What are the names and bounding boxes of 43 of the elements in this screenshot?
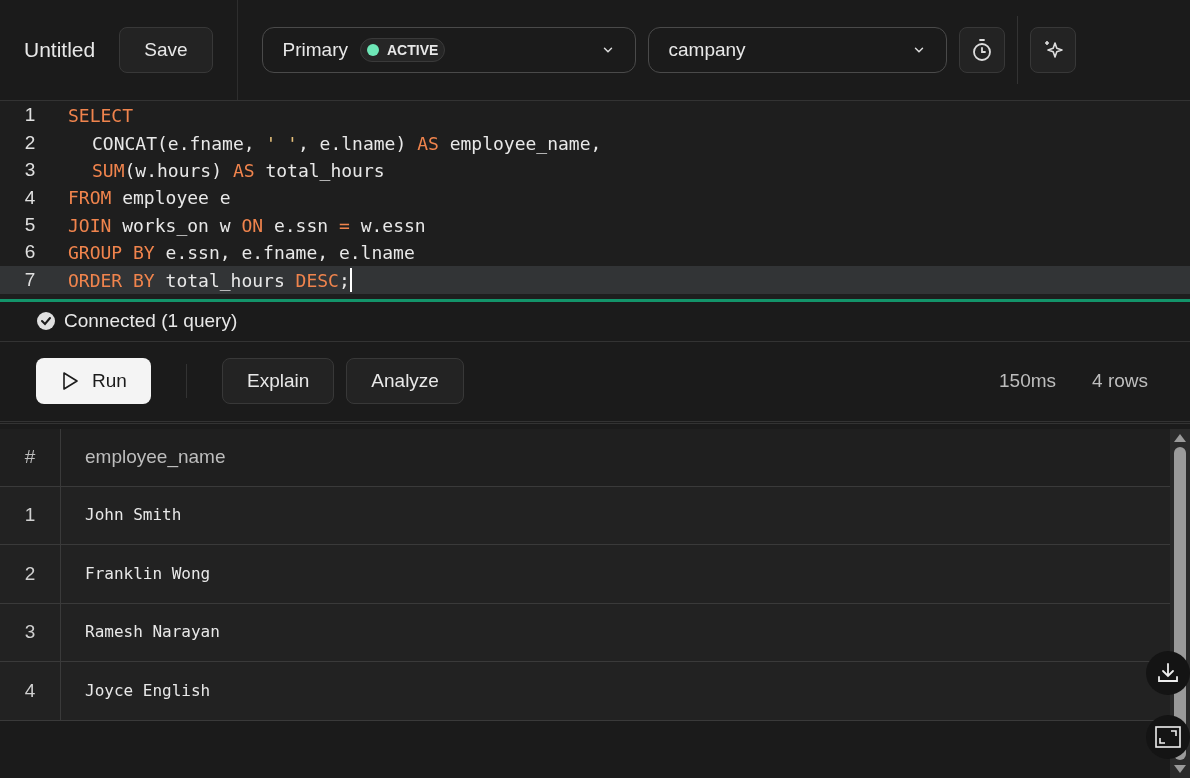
code-line: SELECT bbox=[67, 104, 134, 129]
explain-button[interactable]: Explain bbox=[222, 358, 335, 405]
scroll-up-icon[interactable] bbox=[1173, 432, 1187, 443]
code-line: FROM employee e bbox=[67, 186, 231, 211]
timer-button[interactable] bbox=[958, 27, 1005, 73]
status-badge: ACTIVE bbox=[359, 38, 446, 62]
code-line: GROUP BY e.ssn, e.fname, e.lname bbox=[67, 241, 415, 266]
query-title: Untitled bbox=[24, 37, 96, 64]
database-select[interactable]: campany bbox=[647, 27, 947, 73]
line-number: 4 bbox=[23, 185, 37, 210]
save-button[interactable]: Save bbox=[119, 27, 213, 73]
query-duration: 150ms bbox=[999, 369, 1057, 393]
download-icon bbox=[1156, 660, 1180, 685]
check-circle-icon bbox=[36, 311, 56, 332]
line-number: 7 bbox=[23, 267, 37, 292]
line-number: 1 bbox=[23, 103, 37, 128]
table-cell-text: Joyce English bbox=[85, 680, 211, 702]
table-cell-text: Franklin Wong bbox=[85, 563, 211, 585]
connection-status: Connected (1 query) bbox=[64, 309, 238, 333]
ai-assist-button[interactable] bbox=[1029, 27, 1076, 73]
run-button[interactable]: Run bbox=[36, 358, 151, 405]
row-number: 3 bbox=[0, 603, 61, 662]
code-line: ORDER BY total_hours DESC; bbox=[67, 267, 352, 294]
table-cell-text: Ramesh Narayan bbox=[85, 621, 220, 644]
line-number: 5 bbox=[23, 213, 37, 237]
connection-select[interactable]: Primary ACTIVE bbox=[261, 27, 636, 73]
column-header: employee_name bbox=[84, 445, 227, 470]
code-line: JOIN works_on w ON e.ssn = w.essn bbox=[67, 213, 426, 238]
line-number: 2 bbox=[23, 130, 37, 155]
column-header: # bbox=[0, 428, 61, 486]
row-number: 4 bbox=[0, 662, 61, 720]
line-number: 3 bbox=[23, 158, 37, 183]
row-number: 2 bbox=[0, 545, 61, 603]
line-number: 6 bbox=[23, 240, 37, 265]
analyze-button[interactable]: Analyze bbox=[346, 358, 464, 405]
code-line: CONCAT(e.fname, ' ', e.lname) AS employee_name, bbox=[91, 131, 602, 156]
expand-icon bbox=[1155, 725, 1181, 748]
row-count: 4 rows bbox=[1092, 369, 1148, 393]
table-cell-text: John Smith bbox=[85, 504, 182, 527]
play-icon bbox=[60, 371, 81, 392]
code-line: SUM(w.hours) AS total_hours bbox=[91, 158, 385, 183]
row-number: 1 bbox=[0, 486, 61, 545]
scroll-down-icon[interactable] bbox=[1173, 764, 1187, 774]
